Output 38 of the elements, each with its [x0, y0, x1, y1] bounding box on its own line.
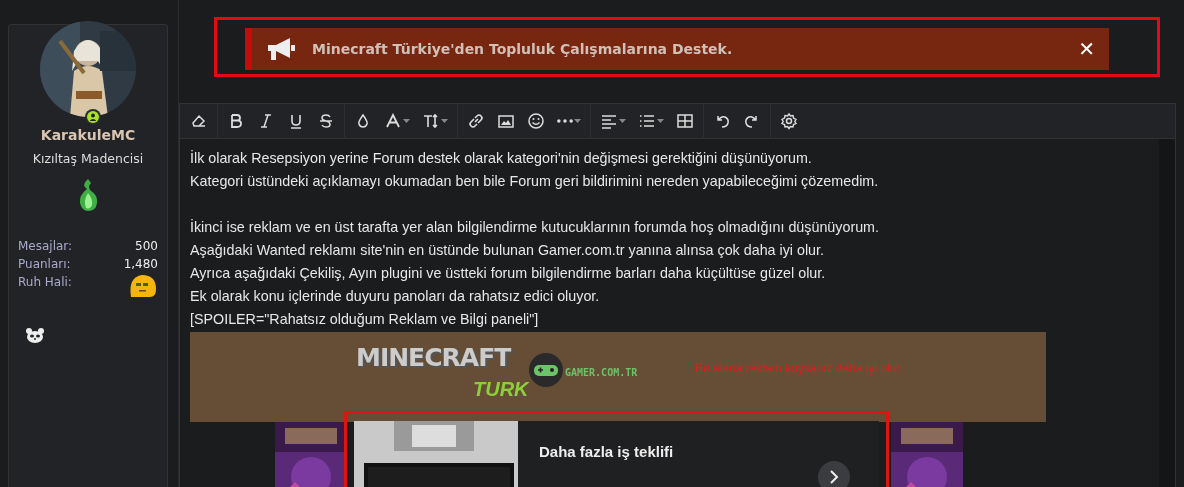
stat-value: 500: [135, 237, 158, 255]
username[interactable]: KarakuleMC: [18, 125, 158, 146]
user-title: Kızıltaş Madencisi: [31, 150, 145, 168]
more-icon: [557, 119, 573, 123]
align-icon: [600, 112, 618, 130]
stat-label: Puanları:: [18, 255, 71, 273]
settings-icon: [780, 112, 798, 130]
list-icon: [638, 112, 656, 130]
editor-text-line: Ek olarak konu içlerinde duyuru panoları da rahatsız edici oluyor.: [190, 287, 601, 306]
editor-text-line: İlk olarak Resepsiyon yerine Forum destek olarak kategori'nin değişmesi gerektiğini düşünüyorum.: [190, 149, 813, 168]
editor-text-line: Aşağıdaki Wanted reklamı site'nin en üstünde bulunan Gamer.com.tr yanına alınsa çok daha iyi olur.: [190, 241, 825, 260]
text-size-icon: [422, 112, 440, 130]
logo-text: GAMER.COM.TR: [565, 366, 638, 380]
strikethrough-icon: [317, 112, 335, 130]
eraser-icon: [190, 112, 208, 130]
logo-text: MINECRAFT: [356, 346, 511, 369]
stat-value: 1,480: [123, 255, 158, 273]
table-icon: [676, 112, 694, 130]
chevron-icon: [828, 470, 840, 484]
ad-title: Daha fazla iş teklifi: [539, 442, 674, 462]
notice-text: Minecraft Türkiye'den Topluluk Çalışmalarına Destek.: [312, 39, 734, 59]
megaphone-icon: [266, 36, 296, 62]
image-icon: [497, 112, 515, 130]
font-icon: [384, 112, 402, 130]
editor-text-line: Kategori üstündeki açıklamayı okumadan ben bile Forum geri bildirimini nereden yapabileceğimi çözemedim.: [190, 172, 880, 191]
editor-text-line: İkinci ise reklam ve en üst tarafta yer alan bilgilendirme kutucuklarının forumda hoş olmadığını düşünüyorum.: [190, 218, 880, 237]
link-icon: [467, 112, 485, 130]
smiley-icon: [527, 112, 545, 130]
stat-label: Mesajlar:: [18, 237, 73, 255]
editor-text-line: [SPOILER="Rahatsız olduğum Reklam ve Bilgi paneli"]: [190, 310, 540, 329]
stat-label: Ruh Hali:: [18, 273, 72, 291]
close-button[interactable]: ✕: [1078, 34, 1095, 64]
gamepad-icon: [528, 352, 564, 388]
mood-face-icon: [128, 272, 158, 299]
logo-text: TURK: [473, 378, 529, 401]
annotation-text: Bu alana reklam koysanız daha iyi olur.: [695, 360, 904, 377]
scrollbar[interactable]: [1159, 139, 1175, 487]
editor-text-line: Ayrıca aşağıdaki Çekiliş, Ayın plugini ve üstteki forum bilgilendirme barları daha küçültüse güzel olur.: [190, 264, 827, 283]
